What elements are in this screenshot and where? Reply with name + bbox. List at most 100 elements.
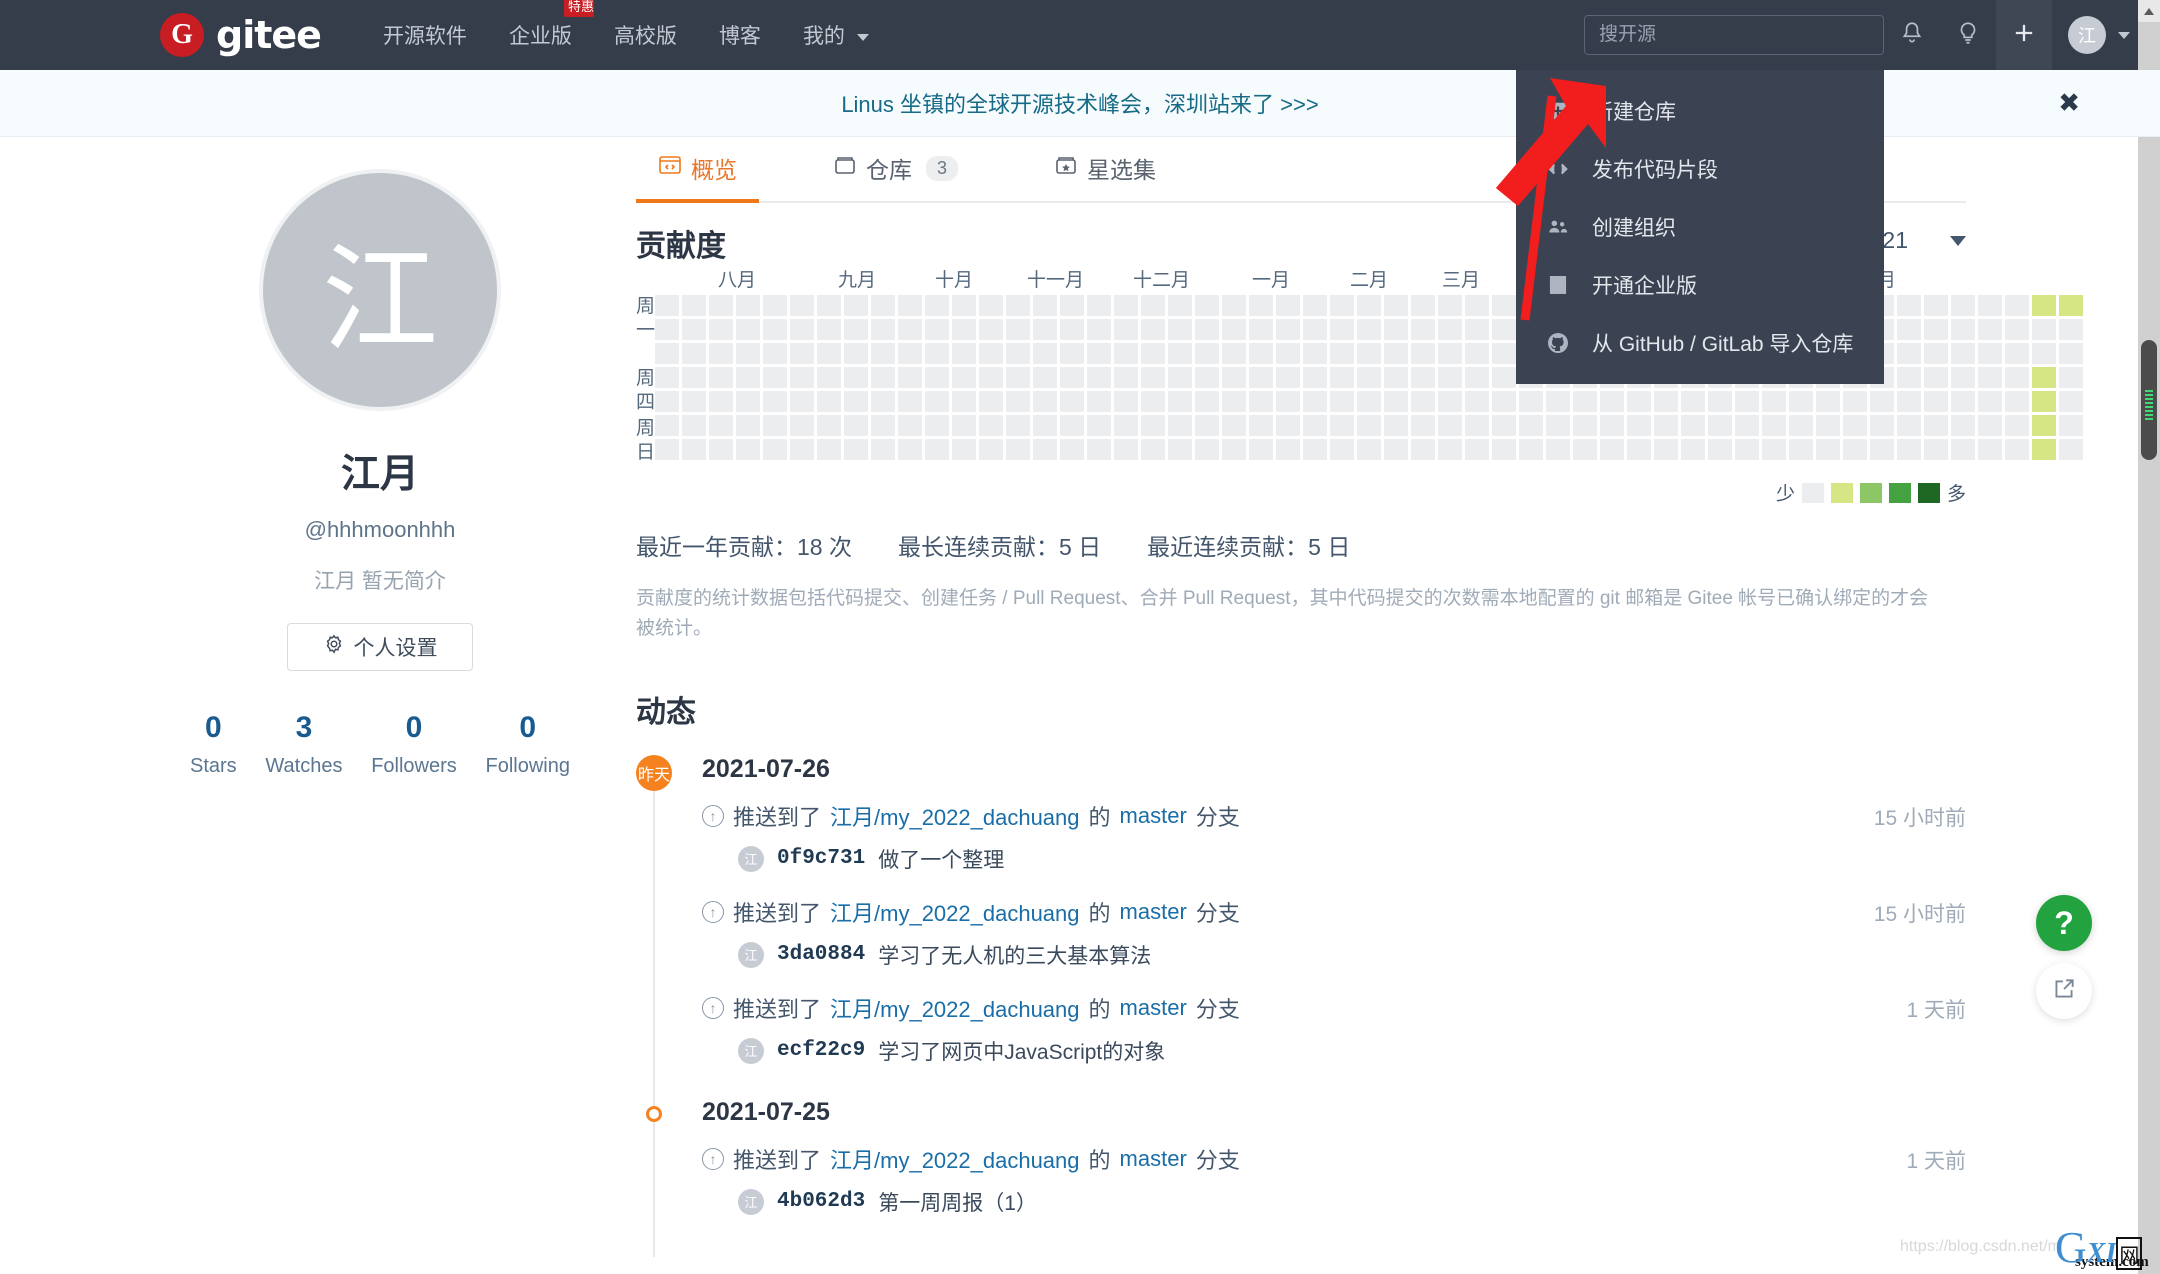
heatmap-cell[interactable]: [2059, 367, 2084, 388]
heatmap-cell[interactable]: [1897, 367, 1922, 388]
heatmap-cell[interactable]: [844, 415, 869, 436]
heatmap-cell[interactable]: [979, 343, 1004, 364]
heatmap-cell[interactable]: [1951, 391, 1976, 412]
heatmap-cell[interactable]: [1087, 319, 1112, 340]
heatmap-cell[interactable]: [1141, 343, 1166, 364]
heatmap-cell[interactable]: [682, 319, 707, 340]
heatmap-cell[interactable]: [925, 391, 950, 412]
heatmap-cell[interactable]: [1573, 391, 1598, 412]
heatmap-cell[interactable]: [1006, 439, 1031, 460]
heatmap-cell[interactable]: [1384, 439, 1409, 460]
heatmap-cell[interactable]: [1951, 439, 1976, 460]
heatmap-cell[interactable]: [1708, 439, 1733, 460]
branch-link[interactable]: master: [1120, 1146, 1187, 1172]
heatmap-cell[interactable]: [1033, 367, 1058, 388]
heatmap-cell[interactable]: [2005, 415, 2030, 436]
heatmap-cell[interactable]: [1141, 439, 1166, 460]
heatmap-cell[interactable]: [1465, 439, 1490, 460]
heatmap-cell[interactable]: [709, 295, 734, 316]
heatmap-cell[interactable]: [1708, 391, 1733, 412]
heatmap-cell[interactable]: [1114, 391, 1139, 412]
nav-item-mine[interactable]: 我的: [801, 14, 871, 56]
heatmap-cell[interactable]: [898, 391, 923, 412]
heatmap-cell[interactable]: [2005, 439, 2030, 460]
heatmap-cell[interactable]: [1384, 415, 1409, 436]
heatmap-cell[interactable]: [1303, 415, 1328, 436]
heatmap-cell[interactable]: [1411, 343, 1436, 364]
heatmap-cell[interactable]: [709, 319, 734, 340]
heatmap-cell[interactable]: [1033, 295, 1058, 316]
heatmap-cell[interactable]: [1627, 391, 1652, 412]
heatmap-cell[interactable]: [898, 439, 923, 460]
heatmap-cell[interactable]: [1870, 391, 1895, 412]
heatmap-cell[interactable]: [1276, 319, 1301, 340]
heatmap-cell[interactable]: [952, 439, 977, 460]
heatmap-cell[interactable]: [844, 391, 869, 412]
nav-item-blog[interactable]: 博客: [717, 14, 763, 56]
heatmap-cell[interactable]: [1924, 439, 1949, 460]
heatmap-cell[interactable]: [1087, 415, 1112, 436]
heatmap-cell[interactable]: [1195, 367, 1220, 388]
notifications-button[interactable]: [1884, 0, 1940, 70]
heatmap-cell[interactable]: [790, 391, 815, 412]
heatmap-cell[interactable]: [1708, 415, 1733, 436]
heatmap-cell[interactable]: [1411, 319, 1436, 340]
heatmap-cell[interactable]: [979, 439, 1004, 460]
heatmap-cell[interactable]: [1924, 391, 1949, 412]
heatmap-cell[interactable]: [1438, 319, 1463, 340]
heatmap-cell[interactable]: [1357, 439, 1382, 460]
heatmap-cell[interactable]: [1735, 439, 1760, 460]
heatmap-cell[interactable]: [655, 319, 680, 340]
heatmap-cell[interactable]: [1492, 439, 1517, 460]
heatmap-cell[interactable]: [1060, 415, 1085, 436]
heatmap-cell[interactable]: [763, 343, 788, 364]
heatmap-cell[interactable]: [1141, 415, 1166, 436]
heatmap-cell[interactable]: [790, 295, 815, 316]
heatmap-cell[interactable]: [1789, 391, 1814, 412]
heatmap-cell[interactable]: [925, 343, 950, 364]
menu-item-new-repository[interactable]: 新建仓库: [1516, 82, 1884, 140]
heatmap-cell[interactable]: [1087, 439, 1112, 460]
heatmap-cell[interactable]: [1087, 367, 1112, 388]
heatmap-cell[interactable]: [1897, 319, 1922, 340]
heatmap-cell[interactable]: [2032, 439, 2057, 460]
heatmap-cell[interactable]: [1735, 415, 1760, 436]
heatmap-cell[interactable]: [1870, 439, 1895, 460]
profile-avatar[interactable]: 江: [259, 169, 501, 411]
heatmap-cell[interactable]: [1033, 439, 1058, 460]
heatmap-cell[interactable]: [1357, 367, 1382, 388]
heatmap-cell[interactable]: [817, 295, 842, 316]
heatmap-cell[interactable]: [709, 439, 734, 460]
heatmap-cell[interactable]: [2059, 343, 2084, 364]
heatmap-cell[interactable]: [1924, 295, 1949, 316]
heatmap-cell[interactable]: [763, 367, 788, 388]
heatmap-cell[interactable]: [1384, 367, 1409, 388]
commit-sha-link[interactable]: 0f9c731: [777, 847, 865, 870]
heatmap-cell[interactable]: [898, 367, 923, 388]
heatmap-cell[interactable]: [1006, 343, 1031, 364]
heatmap-cell[interactable]: [655, 295, 680, 316]
heatmap-cell[interactable]: [1384, 295, 1409, 316]
heatmap-cell[interactable]: [790, 367, 815, 388]
heatmap-cell[interactable]: [736, 415, 761, 436]
tab-overview[interactable]: 概览: [636, 137, 759, 203]
heatmap-cell[interactable]: [1546, 415, 1571, 436]
heatmap-cell[interactable]: [952, 415, 977, 436]
heatmap-cell[interactable]: [1330, 295, 1355, 316]
heatmap-cell[interactable]: [898, 295, 923, 316]
heatmap-cell[interactable]: [1114, 343, 1139, 364]
heatmap-cell[interactable]: [1006, 367, 1031, 388]
heatmap-cell[interactable]: [1222, 439, 1247, 460]
heatmap-cell[interactable]: [1978, 415, 2003, 436]
heatmap-cell[interactable]: [952, 367, 977, 388]
heatmap-cell[interactable]: [1654, 391, 1679, 412]
heatmap-cell[interactable]: [1627, 439, 1652, 460]
heatmap-cell[interactable]: [1438, 391, 1463, 412]
feedback-button[interactable]: [1940, 0, 1996, 70]
heatmap-cell[interactable]: [1762, 439, 1787, 460]
commit-sha-link[interactable]: ecf22c9: [777, 1039, 865, 1062]
heatmap-cell[interactable]: [709, 391, 734, 412]
share-feedback-button[interactable]: [2036, 963, 2092, 1019]
heatmap-cell[interactable]: [1060, 439, 1085, 460]
heatmap-cell[interactable]: [1411, 415, 1436, 436]
